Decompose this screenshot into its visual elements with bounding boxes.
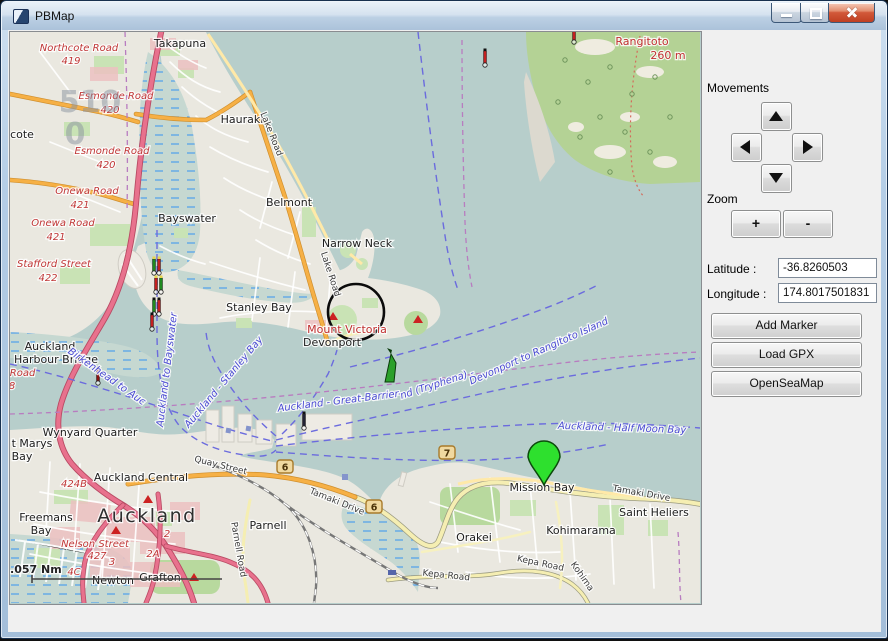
- latitude-label: Latitude :: [707, 262, 756, 276]
- map-label: Parnell: [249, 519, 286, 532]
- road-shield: 7: [439, 446, 455, 460]
- map-label: Northcote Road: [40, 43, 119, 54]
- map-label: 1.057 Nm: [10, 563, 62, 576]
- latitude-input[interactable]: [778, 258, 877, 278]
- map-label: Hauraki: [221, 113, 264, 126]
- move-up-button[interactable]: [761, 102, 792, 131]
- map-label: Stanley Bay: [226, 301, 292, 314]
- map-label: Newton: [92, 574, 134, 587]
- map-label: 424B: [61, 479, 87, 490]
- map-label: Freemans: [19, 511, 73, 524]
- map-label: Bay: [12, 450, 33, 463]
- map-view[interactable]: 6 6 7 Takapuna Hauraki Belmont Narrow Neck Bay…: [9, 31, 702, 605]
- svg-text:6: 6: [371, 503, 378, 514]
- map-label: Bay: [31, 524, 52, 537]
- map-label: 422: [38, 273, 57, 284]
- map-label: 3: [109, 557, 115, 568]
- map-label: 2A: [146, 549, 159, 560]
- map-label: 510: [59, 85, 122, 120]
- map-label: Auckland Central: [94, 471, 188, 484]
- seamark-beacon-icon: [572, 32, 576, 44]
- openseamap-button[interactable]: OpenSeaMap: [711, 371, 862, 397]
- map-label: Grafton: [139, 571, 181, 584]
- arrow-left-icon: [740, 140, 750, 154]
- map-label: Kohimarama: [546, 524, 616, 537]
- minimize-icon: [781, 14, 792, 17]
- close-button[interactable]: [828, 3, 875, 23]
- move-right-button[interactable]: [792, 133, 823, 162]
- maximize-button[interactable]: [800, 3, 830, 23]
- map-label: Onewa Road: [55, 186, 119, 197]
- arrow-right-icon: [803, 140, 813, 154]
- map-label: Onewa Road: [31, 218, 95, 229]
- minimize-button[interactable]: [771, 3, 802, 23]
- move-down-button[interactable]: [761, 164, 792, 193]
- map-label: ach Road: [10, 368, 36, 379]
- map-canvas[interactable]: 6 6 7 Takapuna Hauraki Belmont Narrow Neck Bay…: [10, 32, 700, 603]
- title-bar[interactable]: PBMap: [2, 2, 886, 30]
- map-label: Stafford Street: [17, 259, 92, 270]
- map-label: 427: [87, 551, 107, 562]
- map-label: Devonport: [303, 336, 362, 349]
- map-label: 420: [96, 160, 115, 171]
- map-label: Bayswater: [158, 212, 216, 225]
- app-window: PBMap: [0, 0, 888, 639]
- road-shield: 6: [277, 460, 293, 474]
- map-label: 8: [10, 381, 15, 392]
- map-label: cote: [10, 128, 34, 141]
- road-shield: 6: [366, 500, 382, 514]
- window-title: PBMap: [35, 9, 74, 23]
- map-label: Takapuna: [153, 37, 206, 50]
- map-label: 260 m: [650, 49, 685, 62]
- map-label: Auckland: [97, 505, 197, 527]
- map-label: Narrow Neck: [322, 237, 393, 250]
- map-label: Rangitoto: [615, 35, 669, 48]
- map-label: 421: [46, 232, 65, 243]
- movements-label: Movements: [707, 81, 769, 95]
- zoom-in-button[interactable]: +: [731, 210, 781, 238]
- map-label: 419: [61, 56, 80, 67]
- maximize-icon: [810, 8, 822, 19]
- map-label: Wynyard Quarter: [43, 426, 138, 439]
- map-label: 4C: [67, 567, 80, 578]
- svg-text:6: 6: [282, 463, 289, 474]
- map-label: 421: [70, 200, 89, 211]
- load-gpx-button[interactable]: Load GPX: [711, 342, 862, 368]
- map-label: Orakei: [456, 531, 492, 544]
- add-marker-button[interactable]: Add Marker: [711, 313, 862, 339]
- map-label: Mount Victoria: [307, 323, 387, 336]
- map-label: Nelson Street: [61, 539, 130, 550]
- zoom-out-button[interactable]: -: [783, 210, 833, 238]
- arrow-down-icon: [769, 173, 783, 183]
- map-label: Belmont: [266, 196, 313, 209]
- map-label: 0: [65, 117, 86, 152]
- app-icon: [13, 9, 29, 24]
- longitude-label: Longitude :: [707, 287, 766, 301]
- seamark-beacon-icon: [483, 49, 487, 68]
- map-label: 2: [164, 529, 170, 540]
- seamark-beacon-icon: [150, 313, 154, 332]
- seamark-beacon-icon: [302, 412, 306, 431]
- move-left-button[interactable]: [731, 133, 762, 162]
- svg-text:7: 7: [444, 449, 451, 460]
- zoom-label: Zoom: [707, 192, 738, 206]
- map-label: Saint Heliers: [619, 506, 689, 519]
- map-label: t Marys: [12, 437, 53, 450]
- arrow-up-icon: [769, 111, 783, 121]
- map-label: Esmonde Road: [75, 146, 151, 157]
- longitude-input[interactable]: [778, 283, 877, 303]
